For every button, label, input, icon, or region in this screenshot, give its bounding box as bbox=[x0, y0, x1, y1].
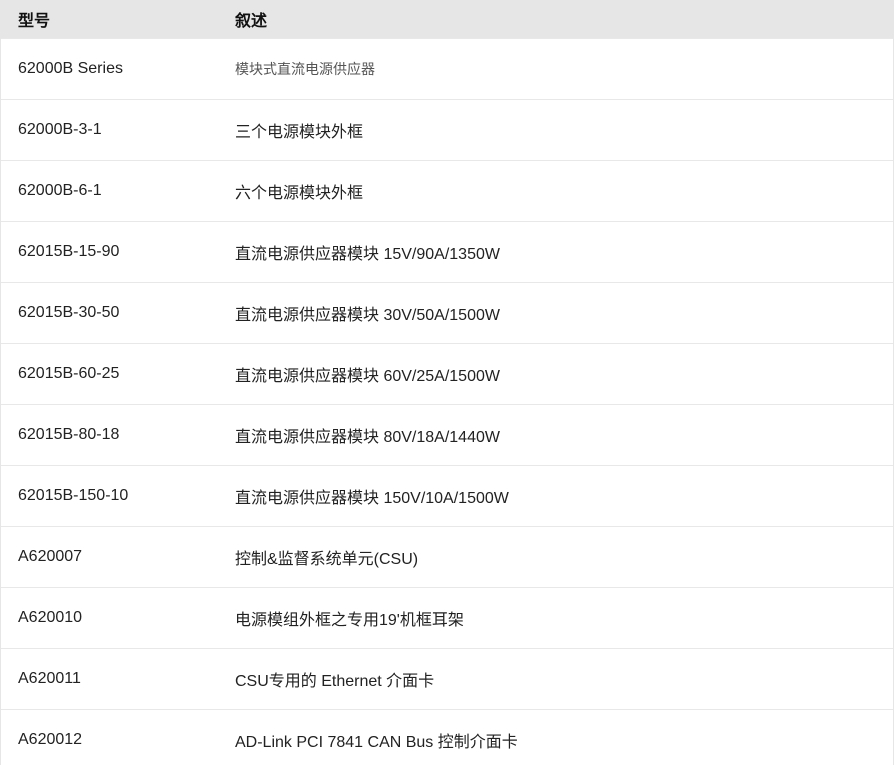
cell-description: 直流电源供应器模块 15V/90A/1350W bbox=[235, 246, 500, 263]
cell-model: A620012 bbox=[18, 731, 83, 748]
table-row: A620010 电源模组外框之专用19'机框耳架 bbox=[1, 587, 893, 648]
table-row: 62000B Series 模块式直流电源供应器 bbox=[1, 38, 893, 99]
cell-model: 62015B-30-50 bbox=[18, 304, 120, 321]
header-model: 型号 bbox=[18, 13, 51, 30]
cell-description: 电源模组外框之专用19'机框耳架 bbox=[235, 612, 464, 629]
cell-model: 62000B-6-1 bbox=[18, 182, 102, 199]
cell-description: 控制&监督系统单元(CSU) bbox=[235, 551, 419, 568]
table-row: 62015B-15-90 直流电源供应器模块 15V/90A/1350W bbox=[1, 221, 893, 282]
table-row: 62015B-80-18 直流电源供应器模块 80V/18A/1440W bbox=[1, 404, 893, 465]
cell-description: CSU专用的 Ethernet 介面卡 bbox=[235, 673, 435, 690]
cell-model: 62000B Series bbox=[18, 60, 123, 77]
table-row: A620007 控制&监督系统单元(CSU) bbox=[1, 526, 893, 587]
table-row: A620012 AD-Link PCI 7841 CAN Bus 控制介面卡 bbox=[1, 709, 893, 765]
table-row: 62000B-6-1 六个电源模块外框 bbox=[1, 160, 893, 221]
table-row: 62000B-3-1 三个电源模块外框 bbox=[1, 99, 893, 160]
cell-description: 直流电源供应器模块 150V/10A/1500W bbox=[235, 490, 509, 507]
product-table: 型号 叙述 62000B Series 模块式直流电源供应器 62000B-3-… bbox=[0, 0, 894, 765]
cell-model: 62000B-3-1 bbox=[18, 121, 102, 138]
table-row: A620011 CSU专用的 Ethernet 介面卡 bbox=[1, 648, 893, 709]
cell-description: 直流电源供应器模块 80V/18A/1440W bbox=[235, 429, 500, 446]
cell-description: 六个电源模块外框 bbox=[235, 185, 364, 202]
cell-model: A620010 bbox=[18, 609, 83, 626]
cell-description: 模块式直流电源供应器 bbox=[235, 61, 375, 77]
header-description: 叙述 bbox=[235, 13, 268, 30]
table-row: 62015B-60-25 直流电源供应器模块 60V/25A/1500W bbox=[1, 343, 893, 404]
cell-model: 62015B-15-90 bbox=[18, 243, 120, 260]
cell-model: 62015B-80-18 bbox=[18, 426, 120, 443]
cell-model: 62015B-60-25 bbox=[18, 365, 120, 382]
cell-model: 62015B-150-10 bbox=[18, 487, 129, 504]
cell-description: 直流电源供应器模块 60V/25A/1500W bbox=[235, 368, 500, 385]
cell-description: AD-Link PCI 7841 CAN Bus 控制介面卡 bbox=[235, 734, 518, 751]
cell-description: 三个电源模块外框 bbox=[235, 124, 364, 141]
cell-model: A620007 bbox=[18, 548, 83, 565]
table-row: 62015B-30-50 直流电源供应器模块 30V/50A/1500W bbox=[1, 282, 893, 343]
cell-model: A620011 bbox=[18, 670, 81, 687]
table-header: 型号 叙述 bbox=[1, 0, 893, 38]
cell-description: 直流电源供应器模块 30V/50A/1500W bbox=[235, 307, 500, 324]
table-row: 62015B-150-10 直流电源供应器模块 150V/10A/1500W bbox=[1, 465, 893, 526]
